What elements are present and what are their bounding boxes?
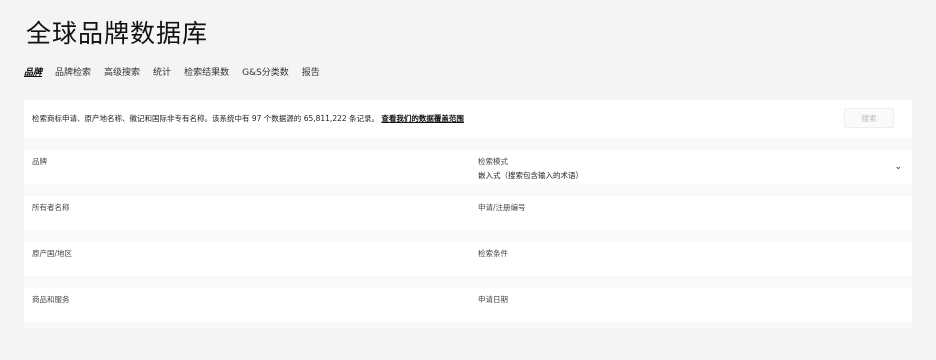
field-row-2: 所有者名称 申请/注册编号: [24, 196, 912, 230]
origin-field-label: 原产国/地区: [32, 249, 73, 258]
tab-reports[interactable]: 报告: [302, 65, 320, 81]
brand-field-label: 品牌: [32, 157, 47, 166]
tab-gs-class-count[interactable]: G&S分类数: [242, 65, 289, 81]
tab-brand[interactable]: 品牌: [24, 65, 42, 81]
filing-date-label: 申请日期: [478, 295, 508, 304]
goods-services-label: 商品和服务: [32, 295, 70, 304]
application-number-field[interactable]: 申请/注册编号: [478, 202, 898, 213]
search-card: 检索商标申请、原产地名称、徽记和国际非专有名称。该系统中有 97 个数据源的 6…: [24, 100, 912, 328]
search-mode-label: 检索模式: [478, 157, 508, 166]
field-row-3: 原产国/地区 检索条件: [24, 242, 912, 276]
tab-result-count[interactable]: 检索结果数: [184, 65, 229, 81]
search-terms-field[interactable]: 检索条件: [478, 248, 898, 259]
field-row-1: 品牌 检索模式 嵌入式（搜索包含输入的术语） ⌄: [24, 150, 912, 184]
search-mode-select[interactable]: 检索模式 嵌入式（搜索包含输入的术语）: [478, 156, 898, 181]
brand-field[interactable]: 品牌: [32, 156, 452, 167]
application-number-label: 申请/注册编号: [478, 203, 526, 212]
chevron-down-icon[interactable]: ⌄: [894, 162, 902, 172]
origin-field[interactable]: 原产国/地区: [32, 248, 452, 259]
search-mode-value: 嵌入式（搜索包含输入的术语）: [478, 171, 583, 180]
tab-bar: 品牌 品牌检索 高级搜索 统计 检索结果数 G&S分类数 报告: [24, 65, 320, 81]
owner-field-label: 所有者名称: [32, 203, 70, 212]
search-terms-label: 检索条件: [478, 249, 508, 258]
tab-statistics[interactable]: 统计: [153, 65, 171, 81]
tab-advanced-search[interactable]: 高级搜索: [104, 65, 140, 81]
page-title: 全球品牌数据库: [26, 19, 209, 48]
data-coverage-link[interactable]: 查看我们的数据覆盖范围: [381, 114, 464, 123]
filing-date-field[interactable]: 申请日期: [478, 294, 898, 305]
search-hint-text: 检索商标申请、原产地名称、徽记和国际非专有名称。该系统中有 97 个数据源的 6…: [32, 114, 380, 123]
search-bar: 检索商标申请、原产地名称、徽记和国际非专有名称。该系统中有 97 个数据源的 6…: [24, 100, 912, 138]
field-row-4: 商品和服务 申请日期: [24, 288, 912, 322]
goods-services-field[interactable]: 商品和服务: [32, 294, 452, 305]
search-hint: 检索商标申请、原产地名称、徽记和国际非专有名称。该系统中有 97 个数据源的 6…: [32, 113, 464, 124]
search-button[interactable]: 搜索: [844, 108, 894, 128]
owner-field[interactable]: 所有者名称: [32, 202, 452, 213]
tab-brand-search[interactable]: 品牌检索: [55, 65, 91, 81]
